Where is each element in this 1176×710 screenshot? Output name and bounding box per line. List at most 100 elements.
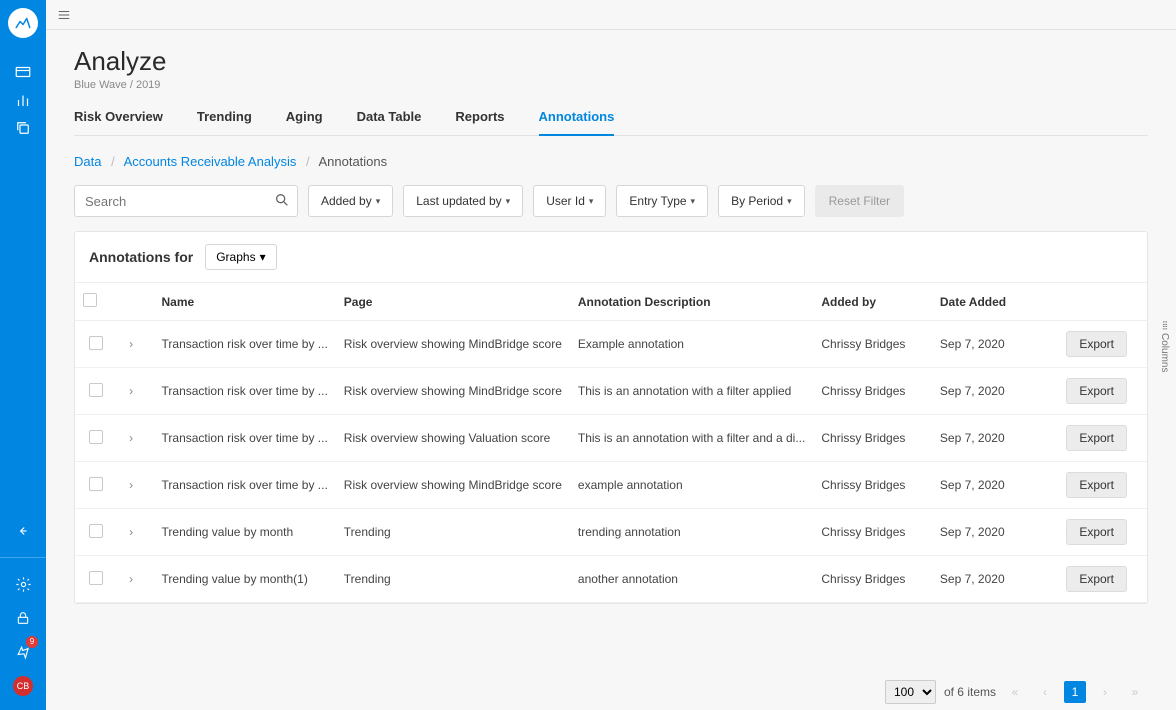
expand-row-icon[interactable]: › xyxy=(124,572,138,586)
annotations-table: Name Page Annotation Description Added b… xyxy=(75,282,1147,603)
page-last[interactable]: » xyxy=(1124,681,1146,703)
breadcrumb-data[interactable]: Data xyxy=(74,154,101,169)
cell-added-by: Chrissy Bridges xyxy=(813,321,932,368)
row-checkbox[interactable] xyxy=(89,477,103,491)
col-header-added-by[interactable]: Added by xyxy=(813,283,932,321)
tab-annotations[interactable]: Annotations xyxy=(539,103,615,136)
panel-heading: Annotations for xyxy=(89,249,193,265)
cell-name: Transaction risk over time by ... xyxy=(154,321,336,368)
table-row: › Transaction risk over time by ...Risk o… xyxy=(75,368,1147,415)
select-all-checkbox[interactable] xyxy=(83,293,97,307)
cell-page: Risk overview showing Valuation score xyxy=(336,415,570,462)
cell-desc: Example annotation xyxy=(570,321,813,368)
col-header-name[interactable]: Name xyxy=(154,283,336,321)
page-next[interactable]: › xyxy=(1094,681,1116,703)
cell-desc: another annotation xyxy=(570,556,813,603)
left-nav-sidebar: 9 CB xyxy=(0,0,46,710)
expand-row-icon[interactable]: › xyxy=(124,384,138,398)
filter-added-by[interactable]: Added by▾ xyxy=(308,185,393,217)
tab-aging[interactable]: Aging xyxy=(286,103,323,135)
table-row: › Trending value by monthTrendingtrending… xyxy=(75,509,1147,556)
export-button[interactable]: Export xyxy=(1066,472,1127,498)
col-header-page[interactable]: Page xyxy=(336,283,570,321)
collapse-arrow-icon[interactable] xyxy=(0,517,46,545)
cell-date: Sep 7, 2020 xyxy=(932,462,1058,509)
table-row: › Transaction risk over time by ...Risk o… xyxy=(75,321,1147,368)
row-checkbox[interactable] xyxy=(89,571,103,585)
tab-trending[interactable]: Trending xyxy=(197,103,252,135)
app-logo[interactable] xyxy=(8,8,38,38)
content: Analyze Blue Wave / 2019 Risk Overview Tr… xyxy=(46,30,1176,710)
columns-grid-icon: ⦙⦙⦙ xyxy=(1162,324,1166,329)
export-button[interactable]: Export xyxy=(1066,566,1127,592)
cell-name: Trending value by month(1) xyxy=(154,556,336,603)
card-icon[interactable] xyxy=(0,58,46,86)
cell-page: Risk overview showing MindBridge score xyxy=(336,462,570,509)
page-size-select[interactable]: 100 xyxy=(885,680,936,704)
cell-page: Trending xyxy=(336,509,570,556)
row-checkbox[interactable] xyxy=(89,430,103,444)
cell-page: Risk overview showing MindBridge score xyxy=(336,368,570,415)
cell-desc: trending annotation xyxy=(570,509,813,556)
page-prev[interactable]: ‹ xyxy=(1034,681,1056,703)
row-checkbox[interactable] xyxy=(89,524,103,538)
expand-row-icon[interactable]: › xyxy=(124,337,138,351)
lock-icon[interactable] xyxy=(0,604,46,632)
reset-filter-button[interactable]: Reset Filter xyxy=(815,185,904,217)
export-button[interactable]: Export xyxy=(1066,378,1127,404)
search-input[interactable] xyxy=(74,185,298,217)
tab-risk-overview[interactable]: Risk Overview xyxy=(74,103,163,135)
expand-row-icon[interactable]: › xyxy=(124,431,138,445)
cell-name: Transaction risk over time by ... xyxy=(154,368,336,415)
filter-last-updated-by[interactable]: Last updated by▾ xyxy=(403,185,523,217)
copy-icon[interactable] xyxy=(0,114,46,142)
expand-row-icon[interactable]: › xyxy=(124,478,138,492)
cell-name: Transaction risk over time by ... xyxy=(154,462,336,509)
tabs: Risk Overview Trending Aging Data Table Repo… xyxy=(74,103,1148,136)
columns-toggle[interactable]: ⦙⦙⦙ Columns xyxy=(1159,324,1170,372)
cell-date: Sep 7, 2020 xyxy=(932,415,1058,462)
table-row: › Transaction risk over time by ...Risk o… xyxy=(75,462,1147,509)
export-button[interactable]: Export xyxy=(1066,519,1127,545)
cell-date: Sep 7, 2020 xyxy=(932,368,1058,415)
hamburger-icon[interactable] xyxy=(56,8,72,22)
pagination-total: of 6 items xyxy=(944,685,996,699)
user-avatar[interactable]: CB xyxy=(0,672,46,700)
filter-controls: Added by▾ Last updated by▾ User Id▾ Entr… xyxy=(74,185,1148,217)
cell-added-by: Chrissy Bridges xyxy=(813,462,932,509)
gear-icon[interactable] xyxy=(0,570,46,598)
breadcrumb-analysis[interactable]: Accounts Receivable Analysis xyxy=(124,154,297,169)
export-button[interactable]: Export xyxy=(1066,425,1127,451)
page-current[interactable]: 1 xyxy=(1064,681,1086,703)
cell-page: Risk overview showing MindBridge score xyxy=(336,321,570,368)
page-title: Analyze xyxy=(74,46,1148,77)
notifications-icon[interactable]: 9 xyxy=(0,638,46,666)
filter-by-period[interactable]: By Period▾ xyxy=(718,185,805,217)
table-row: › Trending value by month(1)Trendinganoth… xyxy=(75,556,1147,603)
view-selector[interactable]: Graphs▾ xyxy=(205,244,276,270)
cell-desc: This is an annotation with a filter and … xyxy=(570,415,813,462)
expand-row-icon[interactable]: › xyxy=(124,525,138,539)
main-area: Analyze Blue Wave / 2019 Risk Overview Tr… xyxy=(46,0,1176,710)
page-first[interactable]: « xyxy=(1004,681,1026,703)
col-header-desc[interactable]: Annotation Description xyxy=(570,283,813,321)
export-button[interactable]: Export xyxy=(1066,331,1127,357)
row-checkbox[interactable] xyxy=(89,383,103,397)
tab-data-table[interactable]: Data Table xyxy=(357,103,422,135)
cell-added-by: Chrissy Bridges xyxy=(813,415,932,462)
cell-desc: example annotation xyxy=(570,462,813,509)
row-checkbox[interactable] xyxy=(89,336,103,350)
page-subtitle: Blue Wave / 2019 xyxy=(74,79,1148,91)
filter-entry-type[interactable]: Entry Type▾ xyxy=(616,185,708,217)
breadcrumb-current: Annotations xyxy=(318,154,387,169)
tab-reports[interactable]: Reports xyxy=(455,103,504,135)
col-header-date[interactable]: Date Added xyxy=(932,283,1058,321)
cell-page: Trending xyxy=(336,556,570,603)
cell-date: Sep 7, 2020 xyxy=(932,509,1058,556)
chart-icon[interactable] xyxy=(0,86,46,114)
cell-name: Trending value by month xyxy=(154,509,336,556)
cell-desc: This is an annotation with a filter appl… xyxy=(570,368,813,415)
cell-added-by: Chrissy Bridges xyxy=(813,556,932,603)
search-icon[interactable] xyxy=(274,192,290,208)
filter-user-id[interactable]: User Id▾ xyxy=(533,185,606,217)
